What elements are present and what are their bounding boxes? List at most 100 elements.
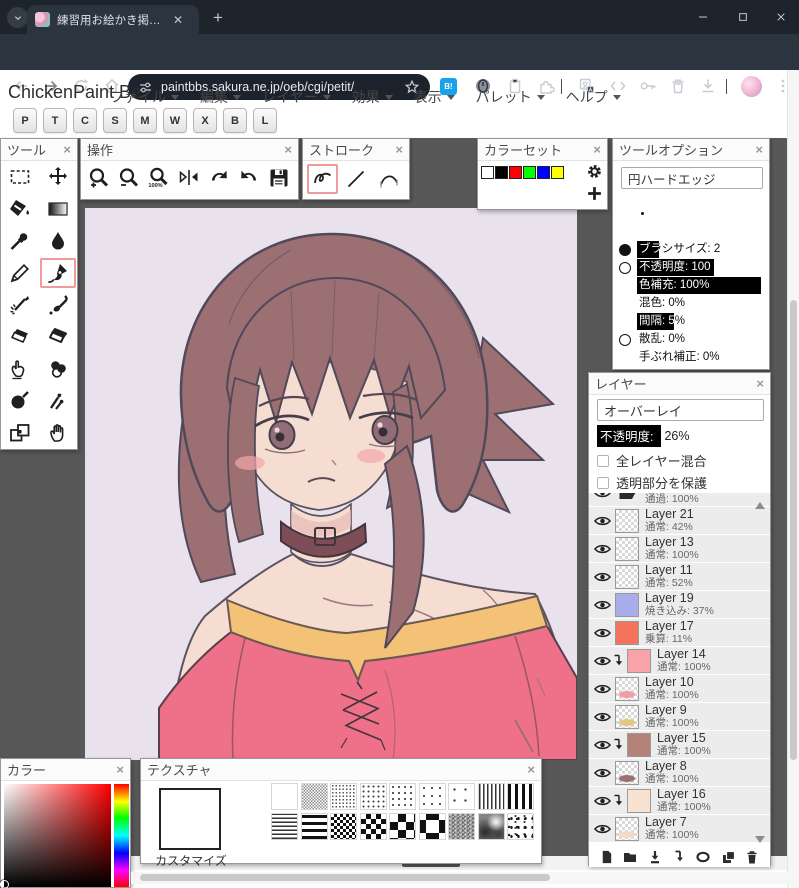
tool-pan-hand[interactable]	[39, 417, 77, 449]
texture-swatch-speckle[interactable]	[507, 812, 534, 840]
save-button[interactable]	[265, 165, 293, 191]
window-close-button[interactable]	[766, 6, 796, 28]
add-group-button[interactable]	[622, 849, 638, 865]
close-icon[interactable]: ×	[116, 763, 124, 776]
sv-cursor[interactable]	[0, 880, 9, 888]
shortcut-button-S[interactable]: S	[103, 108, 127, 133]
slider-mode-circle[interactable]	[619, 261, 637, 274]
layer-row[interactable]: Layer 11 通常: 52%	[589, 563, 770, 590]
texture-swatch-dots-med[interactable]	[389, 783, 416, 810]
flip-horizontal-button[interactable]	[175, 165, 203, 191]
layer-row[interactable]: Layer 8 通常: 100%	[589, 759, 770, 786]
layer-row[interactable]: Layer 15 通常: 100%	[589, 731, 770, 758]
vertical-scrollbar-thumb[interactable]	[790, 300, 797, 760]
color-palette-header[interactable]: カラー ×	[1, 759, 130, 781]
texture-swatch-grid-fine[interactable]	[330, 783, 357, 810]
shortcut-button-T[interactable]: T	[43, 108, 67, 133]
tool-flood-fill[interactable]	[1, 193, 39, 225]
tool-palette-header[interactable]: ツール ×	[1, 139, 77, 161]
layer-row[interactable]: Layer 13 通常: 100%	[589, 535, 770, 562]
slider-mode-circle[interactable]	[619, 333, 637, 346]
sample-all-layers-checkbox[interactable]: 全レイヤー混合	[597, 451, 707, 470]
lock-alpha-checkbox[interactable]: 透明部分を保護	[597, 473, 707, 492]
option-slider[interactable]: 混色: 0%混色: 0%	[637, 295, 761, 312]
texture-preview[interactable]	[159, 788, 221, 850]
shortcut-button-X[interactable]: X	[193, 108, 217, 133]
artwork-canvas[interactable]	[85, 208, 577, 760]
tool-eyedropper[interactable]	[1, 225, 39, 257]
texture-swatch-hlines-bold[interactable]	[300, 812, 328, 840]
layer-visibility-icon[interactable]	[594, 711, 612, 723]
texture-swatch-dots-dense[interactable]	[359, 783, 387, 810]
texture-swatch-checker-s[interactable]	[330, 812, 357, 840]
color-swatch-5[interactable]	[551, 166, 564, 179]
tool-smudge[interactable]	[1, 353, 39, 385]
browser-tab[interactable]: 練習用お絵かき掲示板 - Petit No ✕	[27, 5, 199, 34]
tool-blender[interactable]	[39, 353, 77, 385]
layer-visibility-icon[interactable]	[594, 543, 612, 555]
texture-swatch-checker-xl[interactable]	[389, 812, 416, 840]
layer-visibility-icon[interactable]	[594, 655, 612, 667]
option-slider[interactable]: 色補充: 100%色補充: 100%	[637, 277, 761, 294]
layer-row[interactable]: Group 2通過: 100%	[589, 493, 770, 506]
tool-airbrush[interactable]	[1, 289, 39, 321]
tab-close-icon[interactable]: ✕	[173, 14, 183, 26]
texture-swatch-dither50[interactable]	[300, 783, 328, 810]
colorset-palette-header[interactable]: カラーセット ×	[478, 139, 607, 161]
layer-mask-button[interactable]	[695, 849, 711, 865]
layer-row[interactable]: Layer 9 通常: 100%	[589, 703, 770, 730]
layer-visibility-icon[interactable]	[594, 627, 612, 639]
layers-palette-header[interactable]: レイヤー ×	[589, 373, 770, 395]
stroke-line-button[interactable]	[340, 164, 371, 194]
zoom-100-button[interactable]: 100%	[145, 165, 173, 191]
texture-swatch-checker-huge[interactable]	[418, 812, 446, 840]
download-icon[interactable]	[699, 77, 717, 95]
color-swatch-3[interactable]	[523, 166, 536, 179]
window-maximize-button[interactable]	[728, 6, 758, 28]
close-icon[interactable]: ×	[395, 143, 403, 156]
tool-rect-select[interactable]	[1, 161, 39, 193]
scroll-up-icon[interactable]	[755, 502, 765, 509]
close-icon[interactable]: ×	[593, 143, 601, 156]
zoom-out-button[interactable]	[115, 165, 143, 191]
stroke-freehand-button[interactable]	[307, 164, 338, 194]
menu-3[interactable]: 効果	[352, 87, 393, 107]
menu-1[interactable]: 編集	[200, 87, 241, 107]
new-tab-button[interactable]: +	[213, 8, 223, 28]
layer-visibility-icon[interactable]	[594, 823, 612, 835]
layer-opacity-slider[interactable]: 不透明度: 26%	[597, 425, 690, 447]
shortcut-button-B[interactable]: B	[223, 108, 247, 133]
profile-avatar[interactable]	[741, 76, 762, 97]
stroke-bezier-button[interactable]	[373, 164, 404, 194]
zoom-in-button[interactable]	[85, 165, 113, 191]
hue-bar[interactable]	[114, 784, 129, 887]
texture-swatch-checker-m[interactable]	[359, 812, 387, 840]
layer-row[interactable]: Layer 21 通常: 42%	[589, 507, 770, 534]
texture-swatch-vlines-bold[interactable]	[507, 783, 534, 810]
colorset-settings-button[interactable]	[586, 163, 603, 180]
undo-button[interactable]	[205, 165, 233, 191]
tool-options-header[interactable]: ツールオプション ×	[613, 139, 769, 161]
tool-soft-eraser[interactable]	[39, 321, 77, 353]
tool-eraser[interactable]	[1, 321, 39, 353]
layer-visibility-icon[interactable]	[594, 493, 612, 499]
layer-visibility-icon[interactable]	[594, 515, 612, 527]
color-swatch-0[interactable]	[481, 166, 494, 179]
password-key-icon[interactable]	[639, 77, 657, 95]
page-vertical-scrollbar[interactable]	[787, 70, 799, 888]
menu-0[interactable]: ファイル	[110, 87, 179, 107]
page-horizontal-scrollbar[interactable]	[131, 872, 799, 884]
menu-6[interactable]: ヘルプ	[566, 87, 621, 107]
close-icon[interactable]: ×	[527, 763, 535, 776]
checkbox-icon[interactable]	[597, 476, 609, 489]
layer-visibility-icon[interactable]	[594, 599, 612, 611]
close-icon[interactable]: ×	[756, 377, 764, 390]
option-slider[interactable]: 手ぶれ補正: 0%手ぶれ補正: 0%	[637, 349, 761, 366]
delete-layer-button[interactable]	[744, 849, 760, 865]
clip-layer-button[interactable]	[671, 849, 687, 865]
tool-burn-dodge[interactable]	[39, 385, 77, 417]
stroke-palette-header[interactable]: ストローク ×	[303, 139, 409, 161]
saturation-value-field[interactable]	[0, 784, 111, 888]
tool-gradient[interactable]	[39, 193, 77, 225]
duplicate-layer-button[interactable]	[720, 849, 736, 865]
